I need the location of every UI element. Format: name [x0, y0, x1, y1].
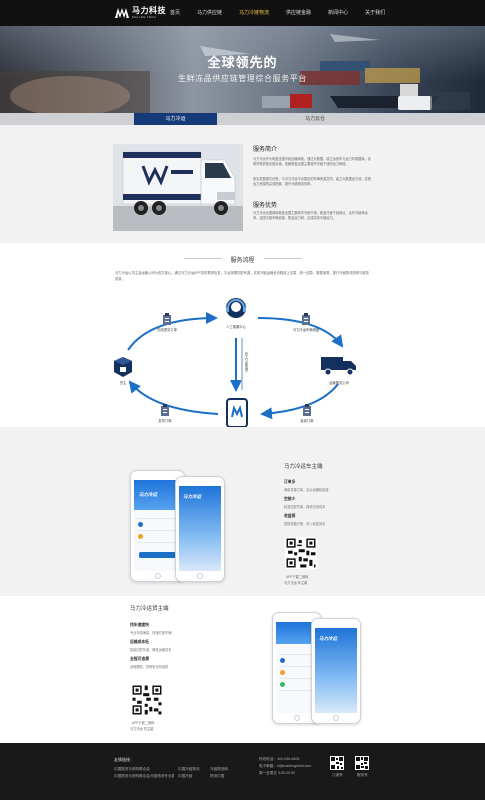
phone-mockup-right: 马力冷运 — [175, 476, 225, 582]
nav-item-home[interactable]: 首页 — [170, 0, 180, 26]
service-intro-heading: 服务简介 — [253, 147, 278, 153]
nav-item-cold-chain[interactable]: 马力冷链物流 — [239, 0, 269, 26]
page: 马力科技 MALLEE TECH 首页 马力供应链 马力冷链物流 供应链金融 新… — [0, 0, 485, 800]
footer-link[interactable]: 中国冷链 — [178, 774, 192, 779]
phone-mockup-shipper-right: 马力冷运 — [311, 618, 361, 724]
driver-app-title: 马力冷运车主端 — [284, 464, 323, 470]
node-label-dispatch: 马力冷运车辆调度 — [292, 328, 320, 332]
phone-brand: 马力冷运 — [319, 636, 337, 641]
driver-app-section — [0, 427, 485, 596]
service-intro-text-1: 马力冷运作为覆盖全国冷链运输网络，通过大数据，建立运营车与运力车数据库，实现货物… — [253, 157, 371, 166]
driver-feature-title: 收益高 — [284, 514, 296, 518]
headset-icon — [226, 298, 246, 318]
qr-code-service[interactable] — [355, 756, 369, 770]
delivery-truck-icon — [321, 357, 356, 376]
tab-cloud-warehouse[interactable]: 马力云仓 — [270, 113, 360, 125]
footer-links-title: 友情链接： — [114, 757, 134, 762]
driver-feature-title: 空驶少 — [284, 497, 296, 501]
shipper-feature-desc: 智能匹配车源，降低运输成本 — [130, 648, 172, 652]
shipper-feature-desc: 全程跟踪，货物安全有保障 — [130, 665, 169, 669]
footer-qr-label-2: 服务号 — [357, 773, 368, 777]
main-nav: 首页 马力供应链 马力冷链物流 供应链金融 新闻中心 关于我们 — [170, 0, 402, 26]
node-label-receive-order: 接收订单 — [300, 419, 314, 423]
hero-title: 全球领先的 — [207, 55, 278, 70]
node-label-customer-center: 人工客服中心 — [226, 325, 246, 329]
node-label-publish-order: 发布订单 — [158, 419, 172, 423]
shipper-feature-title: 找车速度快 — [130, 623, 149, 627]
driver-feature-desc: 海量货源订单，高价运输轻松接 — [284, 488, 329, 492]
node-label-online-management: 线上订单管理 — [244, 352, 248, 372]
driver-feature-desc: 提现快捷方便，收入轻松到手 — [284, 522, 326, 526]
phone-brand: 马力冷运 — [139, 492, 157, 497]
service-advantage-text: 马力冷运全国网络覆盖全国主要城市冷链干线，覆盖冷链干线网点，合作冷链承运商，全国… — [253, 211, 368, 220]
node-label-transport-company: 运输物流公司 — [329, 381, 349, 385]
shipper-feature-desc: 专业车源海量，快速匹配车辆 — [130, 631, 172, 635]
cargo-box-icon — [114, 357, 132, 377]
nav-item-about[interactable]: 关于我们 — [365, 0, 385, 26]
service-intro-text-2: 依靠发展模式优势，与马力冷运平台整合的车辆资源共同，建立大数据运力池，实现运力资… — [253, 177, 371, 186]
footer-link[interactable]: 中国物流与采购联合会冷链物流专业委员会 — [114, 774, 174, 779]
logo-subtext: MALLEE TECH — [132, 15, 157, 19]
footer-link[interactable]: 物流中国 — [210, 774, 224, 779]
nav-item-news[interactable]: 新闻中心 — [328, 0, 348, 26]
hero-subtitle: 生鲜冻品供应链管理综合服务平台 — [178, 74, 307, 83]
footer-link[interactable]: 冷链物流网 — [210, 767, 228, 772]
shipper-app-title: 马力冷运货主端 — [130, 606, 169, 612]
logo[interactable]: 马力科技 MALLEE TECH — [115, 7, 166, 19]
process-description: 马力冷运以货主及运输公司为双方核心，通过马力冷运APP发布需求信息，平台按需匹配… — [115, 271, 369, 281]
clipboard-icon — [163, 313, 171, 325]
node-label-submit-order: 在线提交订单 — [157, 328, 177, 332]
shipper-feature-title: 运输成本低 — [130, 640, 149, 644]
footer: 友情链接： 中国物流与采购联合会 中国冷链物流 中国物流与采购联合会冷链物流专业… — [0, 743, 485, 800]
shipper-feature-title: 全程可追溯 — [130, 657, 149, 661]
footer-qr-label-1: 订阅号 — [332, 773, 343, 777]
qr-code-subscription[interactable] — [330, 756, 344, 770]
logo-text: 马力科技 — [132, 6, 166, 15]
driver-feature-title: 订单多 — [284, 480, 296, 484]
footer-link[interactable]: 中国冷链物流 — [178, 767, 200, 772]
clipboard-icon — [302, 313, 310, 325]
nav-item-finance[interactable]: 供应链金融 — [286, 0, 311, 26]
truck-photo — [113, 144, 243, 231]
shipper-app-section — [0, 596, 485, 743]
driver-feature-desc: 精准匹配货源，降低空驶成本 — [284, 505, 326, 509]
footer-link[interactable]: 中国物流与采购联合会 — [114, 767, 150, 772]
top-nav-bar: 马力科技 MALLEE TECH 首页 马力供应链 马力冷链物流 供应链金融 新… — [0, 0, 485, 26]
phone-brand: 马力冷运 — [183, 494, 201, 499]
clipboard-icon — [303, 404, 311, 416]
truck-illustration — [113, 144, 243, 231]
qr-code-driver-app[interactable] — [285, 537, 317, 569]
tab-cold-transport[interactable]: 马力冷运 — [134, 113, 217, 125]
clipboard-icon — [161, 404, 169, 416]
qr-code-shipper-app[interactable] — [131, 684, 163, 716]
tabs-strip — [0, 113, 485, 125]
process-title: 服务流程 — [230, 258, 255, 264]
footer-hours: 周一至周五 9:00-20:00 — [259, 771, 296, 775]
footer-email: 电子邮箱：hi@malleeglobal.com — [259, 764, 312, 768]
service-advantage-heading: 服务优势 — [253, 203, 278, 209]
qr-caption-driver-2: 马力冷运 车主端 — [284, 581, 308, 585]
logo-mark-icon — [115, 8, 129, 18]
qr-caption-driver-1: APP下载二维码 — [286, 575, 309, 579]
hero-banner: 全球领先的 生鲜冻品供应链管理综合服务平台 — [0, 26, 485, 113]
app-tablet-icon — [226, 398, 248, 428]
nav-item-supply-chain[interactable]: 马力供应链 — [197, 0, 222, 26]
footer-hotline: 热线电话：400-096-6606 — [259, 757, 300, 761]
qr-caption-shipper-2: 马力冷运 货主端 — [130, 727, 154, 731]
qr-caption-shipper-1: APP下载二维码 — [132, 721, 155, 725]
node-label-shipper: 货主 — [119, 381, 127, 385]
